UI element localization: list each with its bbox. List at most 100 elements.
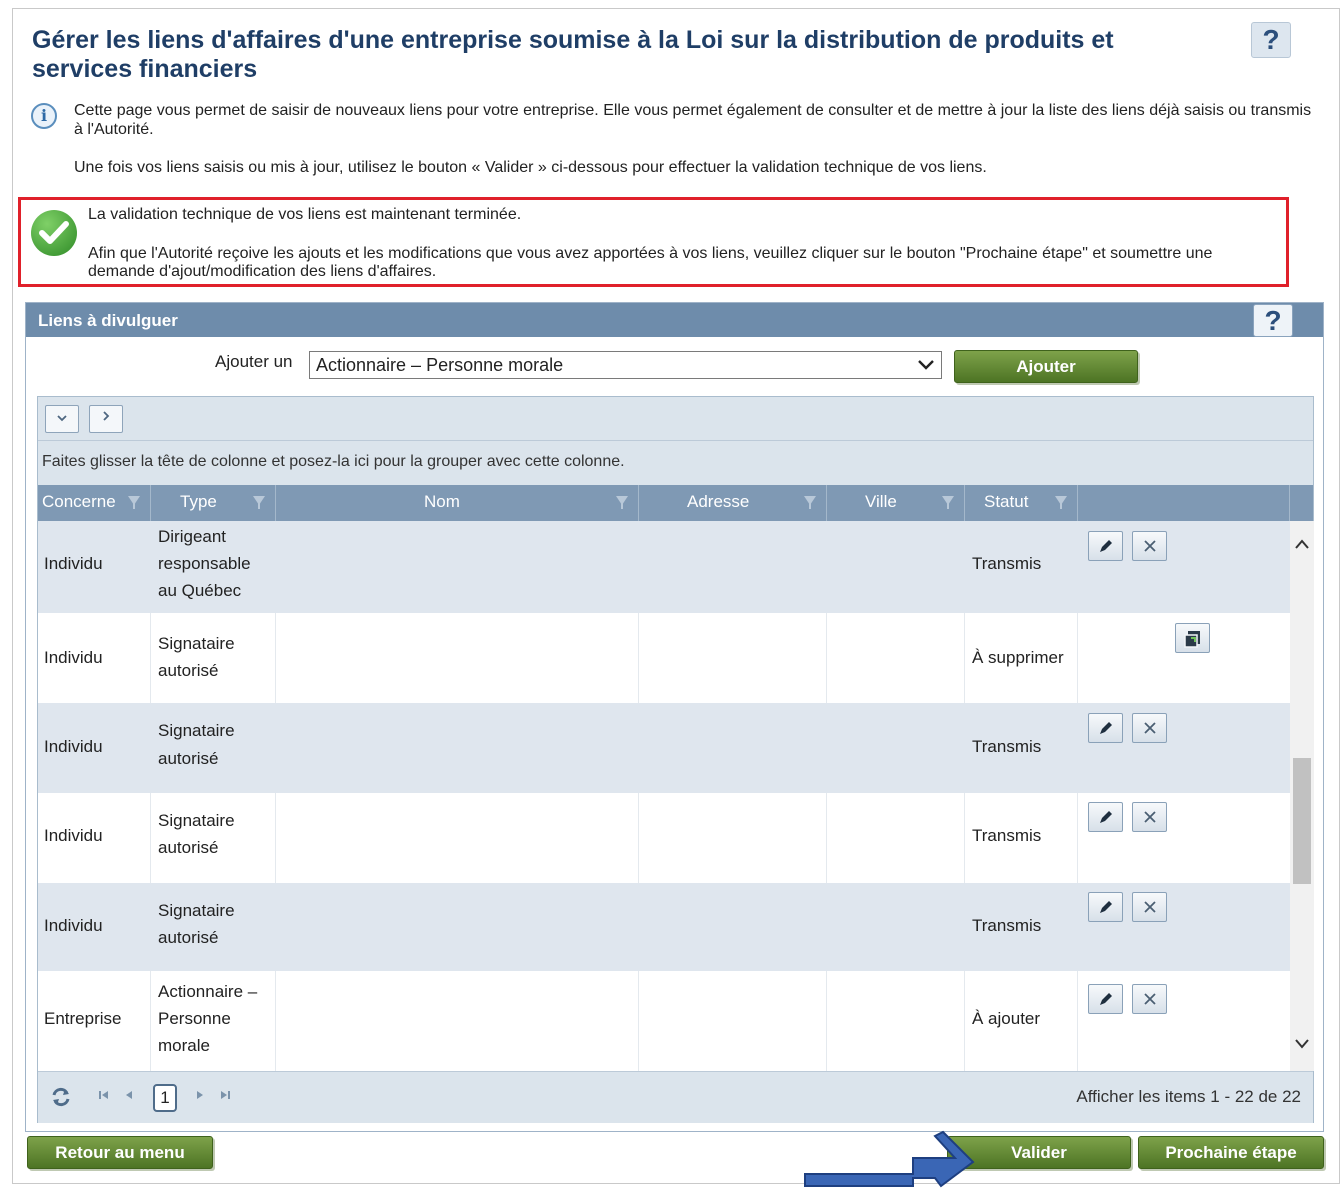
add-label: Ajouter un bbox=[215, 352, 293, 371]
next-page-icon[interactable] bbox=[195, 1089, 205, 1104]
edit-button[interactable] bbox=[1088, 531, 1123, 561]
next-step-button[interactable]: Prochaine étape bbox=[1138, 1136, 1324, 1169]
cell-concerne: Entreprise bbox=[44, 1009, 122, 1028]
table-row: Individu Signataire autorisé Transmis bbox=[38, 883, 1290, 971]
chevron-right-icon bbox=[103, 411, 110, 421]
column-header-adresse[interactable]: Adresse bbox=[639, 485, 827, 521]
cell-statut: Transmis bbox=[972, 826, 1042, 845]
panel-title: Liens à divulguer bbox=[38, 311, 178, 330]
info-text-instructions: Une fois vos liens saisis ou mis à jour,… bbox=[74, 159, 987, 176]
filter-icon bbox=[616, 496, 628, 509]
page-title: Gérer les liens d'affaires d'une entrepr… bbox=[32, 26, 1114, 83]
close-icon bbox=[1143, 811, 1156, 823]
column-header-actions bbox=[1078, 485, 1290, 521]
cell-type-line: autorisé bbox=[158, 661, 219, 680]
filter-icon bbox=[253, 496, 265, 509]
cell-type-line: Signataire bbox=[158, 811, 235, 830]
back-to-menu-button[interactable]: Retour au menu bbox=[27, 1136, 213, 1169]
delete-button[interactable] bbox=[1132, 892, 1167, 922]
delete-button[interactable] bbox=[1132, 802, 1167, 832]
column-header-nom[interactable]: Nom bbox=[276, 485, 639, 521]
column-header-statut[interactable]: Statut bbox=[965, 485, 1078, 521]
filter-icon bbox=[942, 496, 954, 509]
help-button[interactable]: ? bbox=[1251, 22, 1291, 58]
pencil-icon bbox=[1099, 722, 1112, 734]
cell-type-line: autorisé bbox=[158, 838, 219, 857]
table-row: Individu Signataire autorisé À supprimer bbox=[38, 613, 1290, 703]
success-details: Afin que l'Autorité reçoive les ajouts e… bbox=[88, 245, 1213, 280]
last-page-icon[interactable] bbox=[219, 1089, 231, 1104]
pencil-icon bbox=[1099, 540, 1112, 552]
edit-button[interactable] bbox=[1088, 802, 1123, 832]
edit-button[interactable] bbox=[1088, 892, 1123, 922]
cell-statut: Transmis bbox=[972, 916, 1042, 935]
cell-type-line: Signataire bbox=[158, 634, 235, 653]
refresh-icon[interactable] bbox=[50, 1086, 72, 1108]
info-icon: i bbox=[31, 103, 57, 129]
close-icon bbox=[1143, 993, 1156, 1005]
cell-type-line: au Québec bbox=[158, 581, 242, 600]
checkmark-icon bbox=[31, 210, 77, 256]
scroll-down-icon[interactable] bbox=[1294, 1037, 1310, 1055]
restore-icon bbox=[1183, 631, 1200, 648]
column-header-type[interactable]: Type bbox=[151, 485, 276, 521]
chevron-down-icon bbox=[917, 353, 935, 386]
cell-concerne: Individu bbox=[44, 916, 103, 935]
grid-pager: 1 Afficher les items 1 - 22 de 22 bbox=[38, 1071, 1313, 1123]
cell-statut: Transmis bbox=[972, 554, 1042, 573]
pencil-icon bbox=[1099, 901, 1112, 913]
filter-icon bbox=[1055, 496, 1067, 509]
grid-header: Concerne Type Nom Adresse Ville Statut bbox=[38, 485, 1313, 521]
links-panel: Liens à divulguer ? Ajouter un Actionnai… bbox=[25, 302, 1324, 1132]
link-type-select-value: Actionnaire – Personne morale bbox=[316, 355, 564, 375]
cell-concerne: Individu bbox=[44, 554, 103, 573]
annotation-arrow bbox=[804, 1130, 975, 1188]
previous-page-icon[interactable] bbox=[124, 1089, 134, 1104]
vertical-scrollbar[interactable] bbox=[1290, 521, 1314, 1071]
chevron-down-icon bbox=[57, 415, 67, 422]
grid-toolbar bbox=[38, 397, 1313, 441]
cell-type-line: Signataire bbox=[158, 721, 235, 740]
pencil-icon bbox=[1099, 993, 1112, 1005]
panel-help-button[interactable]: ? bbox=[1253, 304, 1293, 337]
current-page[interactable]: 1 bbox=[153, 1084, 177, 1112]
close-icon bbox=[1143, 540, 1156, 552]
grid-body: Individu Dirigeant responsable au Québec… bbox=[38, 521, 1290, 1071]
cell-type-line: morale bbox=[158, 1036, 210, 1055]
edit-button[interactable] bbox=[1088, 713, 1123, 743]
cell-concerne: Individu bbox=[44, 826, 103, 845]
cell-concerne: Individu bbox=[44, 737, 103, 756]
info-text-intro: Cette page vous permet de saisir de nouv… bbox=[74, 102, 1312, 138]
column-header-ville[interactable]: Ville bbox=[827, 485, 965, 521]
expand-all-button[interactable] bbox=[89, 405, 123, 433]
panel-header: Liens à divulguer ? bbox=[26, 303, 1323, 337]
cell-type-line: responsable bbox=[158, 554, 251, 573]
cell-type-line: Dirigeant bbox=[158, 527, 227, 546]
table-row: Individu Dirigeant responsable au Québec… bbox=[38, 521, 1290, 613]
delete-button[interactable] bbox=[1132, 531, 1167, 561]
collapse-all-button[interactable] bbox=[45, 405, 79, 433]
success-title: La validation technique de vos liens est… bbox=[88, 206, 522, 223]
cell-statut: À supprimer bbox=[972, 648, 1064, 667]
delete-button[interactable] bbox=[1132, 984, 1167, 1014]
first-page-icon[interactable] bbox=[98, 1089, 110, 1104]
edit-button[interactable] bbox=[1088, 984, 1123, 1014]
scroll-up-icon[interactable] bbox=[1294, 537, 1310, 555]
close-icon bbox=[1143, 722, 1156, 734]
pager-info: Afficher les items 1 - 22 de 22 bbox=[1076, 1087, 1301, 1106]
links-grid: Faites glisser la tête de colonne et pos… bbox=[37, 396, 1314, 1123]
column-header-concerne[interactable]: Concerne bbox=[38, 485, 151, 521]
link-type-select[interactable]: Actionnaire – Personne morale bbox=[309, 351, 942, 379]
table-row: Individu Signataire autorisé Transmis bbox=[38, 793, 1290, 883]
table-row: Entreprise Actionnaire – Personne morale… bbox=[38, 971, 1290, 1071]
table-row: Individu Signataire autorisé Transmis bbox=[38, 703, 1290, 793]
cell-type-line: autorisé bbox=[158, 928, 219, 947]
add-button[interactable]: Ajouter bbox=[954, 350, 1138, 383]
scrollbar-thumb[interactable] bbox=[1293, 758, 1311, 884]
restore-button[interactable] bbox=[1175, 623, 1210, 653]
cell-type-line: Signataire bbox=[158, 901, 235, 920]
cell-type-line: autorisé bbox=[158, 749, 219, 768]
delete-button[interactable] bbox=[1132, 713, 1167, 743]
group-drop-area[interactable]: Faites glisser la tête de colonne et pos… bbox=[42, 453, 625, 471]
filter-icon bbox=[128, 496, 140, 509]
